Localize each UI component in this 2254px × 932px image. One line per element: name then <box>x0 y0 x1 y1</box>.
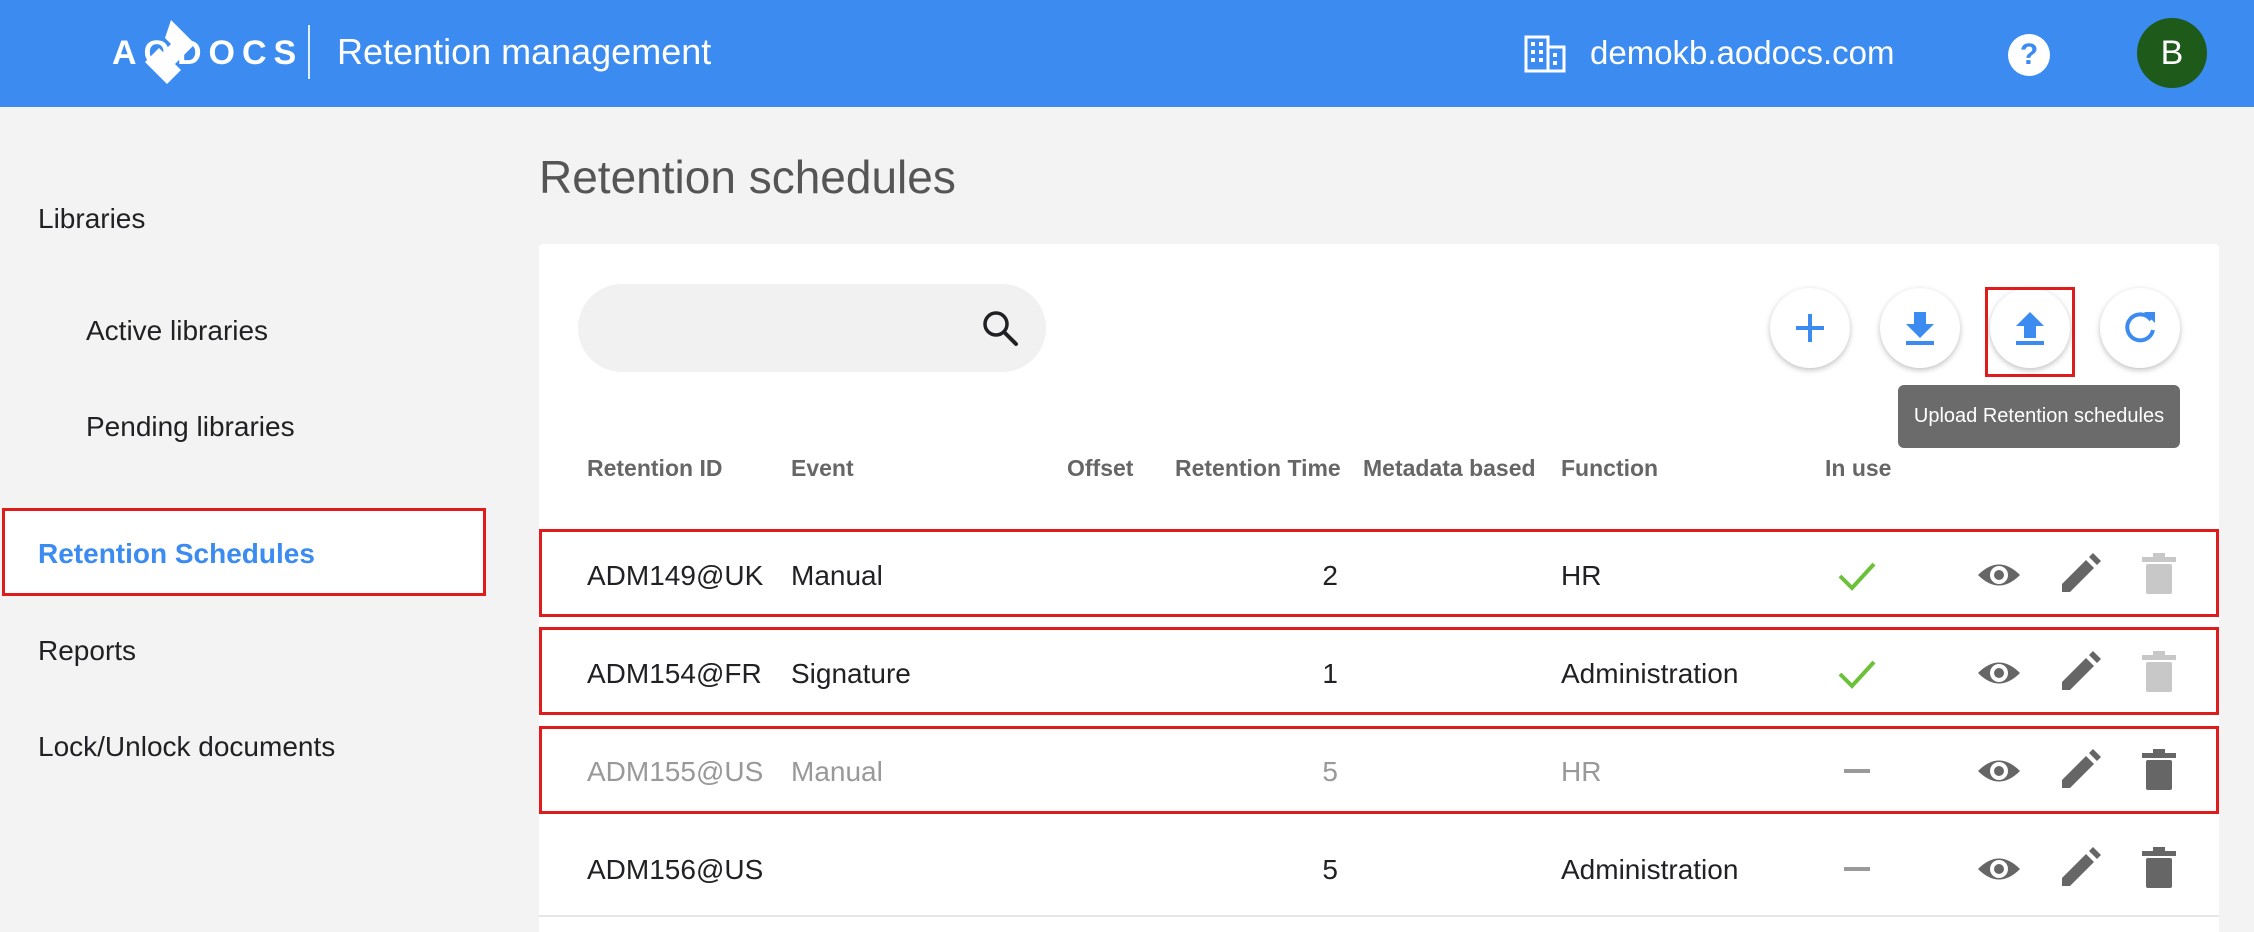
add-schedule-button[interactable] <box>1770 288 1850 368</box>
row-function: HR <box>1561 560 1602 591</box>
row-retention-id: ADM155@US <box>587 756 764 787</box>
sidebar-item-active-libraries[interactable]: Active libraries <box>86 315 268 347</box>
edit-icon[interactable] <box>2056 846 2102 892</box>
row-retention-id: ADM156@US <box>587 854 764 885</box>
sidebar-item-pending-libraries[interactable]: Pending libraries <box>86 411 295 443</box>
app-title: Retention management <box>337 31 712 72</box>
avatar[interactable]: B <box>2137 18 2207 88</box>
row-event: Manual <box>791 560 883 591</box>
delete-icon <box>2142 553 2176 594</box>
column-header-offset[interactable]: Offset <box>1067 455 1133 482</box>
sidebar-item-lock-unlock[interactable]: Lock/Unlock documents <box>38 731 335 763</box>
column-header-in-use[interactable]: In use <box>1825 455 1891 482</box>
domain-name[interactable]: demokb.aodocs.com <box>1590 34 1895 72</box>
header-divider <box>308 25 310 79</box>
column-header-event[interactable]: Event <box>791 455 854 482</box>
check-icon <box>1838 660 1876 689</box>
view-icon[interactable] <box>1976 748 2022 794</box>
row-divider <box>539 915 2219 917</box>
top-app-bar: AODOCS Retention management demokb.aodoc… <box>0 0 2254 107</box>
column-header-function[interactable]: Function <box>1561 455 1658 482</box>
column-header-metadata-based[interactable]: Metadata based <box>1363 455 1536 482</box>
search-input[interactable] <box>578 284 1046 372</box>
row-retention-time: 1 <box>1322 658 1338 689</box>
refresh-icon <box>2125 312 2155 343</box>
row-retention-time: 2 <box>1322 560 1338 591</box>
sidebar-item-libraries[interactable]: Libraries <box>38 203 145 235</box>
column-header-retention-time[interactable]: Retention Time <box>1175 455 1341 482</box>
refresh-button[interactable] <box>2100 288 2180 368</box>
sidebar-item-reports[interactable]: Reports <box>38 635 136 667</box>
dash-icon <box>1844 867 1870 871</box>
view-icon[interactable] <box>1976 650 2022 696</box>
column-header-retention-id[interactable]: Retention ID <box>587 455 722 482</box>
dash-icon <box>1844 769 1870 773</box>
row-retention-time: 5 <box>1322 756 1338 787</box>
view-icon[interactable] <box>1976 846 2022 892</box>
upload-highlight <box>1985 287 2075 377</box>
edit-icon[interactable] <box>2056 650 2102 696</box>
row-event: Manual <box>791 756 883 787</box>
row-event: Signature <box>791 658 911 689</box>
row-function: HR <box>1561 756 1602 787</box>
search-icon[interactable] <box>980 308 1020 348</box>
row-function: Administration <box>1561 854 1739 885</box>
delete-icon <box>2142 651 2176 692</box>
delete-icon[interactable] <box>2136 846 2182 892</box>
edit-icon[interactable] <box>2056 748 2102 794</box>
view-icon[interactable] <box>1976 552 2022 598</box>
row-function: Administration <box>1561 658 1739 689</box>
upload-tooltip: Upload Retention schedules <box>1898 385 2180 448</box>
edit-icon[interactable] <box>2056 552 2102 598</box>
row-retention-time: 5 <box>1322 854 1338 885</box>
sidebar-item-retention-schedules[interactable]: Retention Schedules <box>38 538 315 570</box>
help-icon[interactable]: ? <box>2008 34 2050 76</box>
row-retention-id: ADM149@UK <box>587 560 764 591</box>
building-icon <box>1524 35 1566 73</box>
delete-icon[interactable] <box>2136 748 2182 794</box>
download-icon <box>1906 312 1934 345</box>
page-title: Retention schedules <box>539 151 956 203</box>
plus-icon <box>1796 314 1824 342</box>
check-icon <box>1838 562 1876 591</box>
row-retention-id: ADM154@FR <box>587 658 762 689</box>
download-button[interactable] <box>1880 288 1960 368</box>
logo-text: AODOCS <box>112 34 304 72</box>
